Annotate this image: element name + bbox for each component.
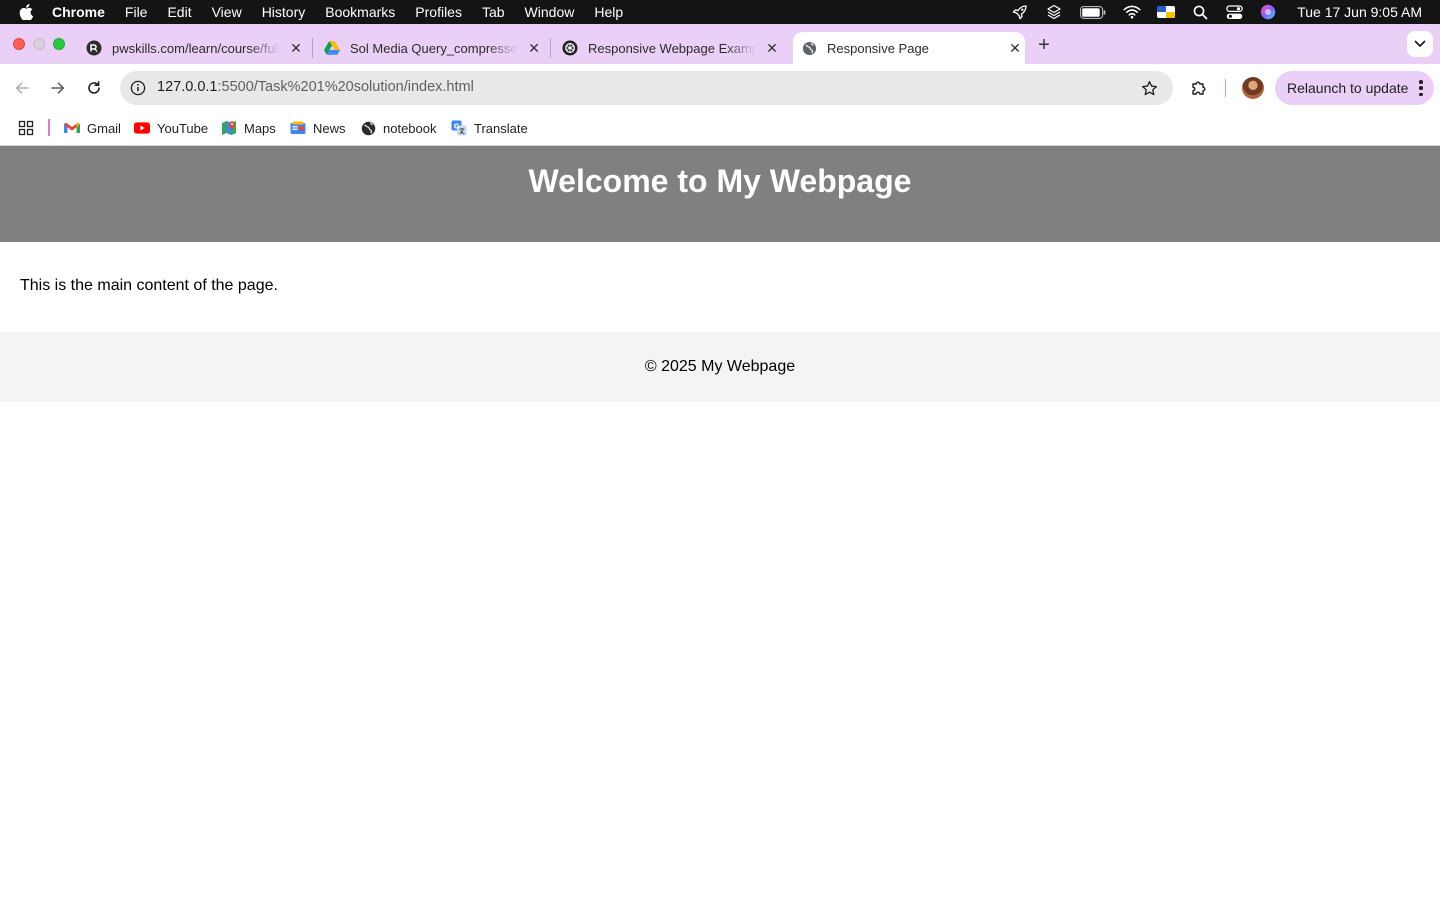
wifi-icon[interactable]	[1115, 0, 1149, 24]
bookmark-label: notebook	[383, 120, 437, 136]
rocket-icon[interactable]	[1003, 0, 1037, 24]
status-area: Tue 17 Jun 9:05 AM	[1003, 0, 1440, 24]
svg-text:G: G	[454, 122, 460, 130]
main-content-text: This is the main content of the page.	[20, 277, 278, 294]
menu-window[interactable]: Window	[515, 0, 585, 24]
reload-icon	[88, 81, 100, 94]
tab-pwskills[interactable]: pwskills.com/learn/course/full ✕	[80, 32, 310, 64]
profile-avatar[interactable]	[1242, 77, 1264, 99]
pwskills-icon	[86, 40, 102, 56]
translate-icon: G	[451, 120, 467, 136]
control-center-icon[interactable]	[1217, 0, 1251, 24]
tab-title: Sol Media Query_compressed	[350, 40, 518, 56]
tab-responsive-page[interactable]: Responsive Page ✕	[793, 32, 1025, 64]
bookmark-gmail[interactable]: Gmail	[64, 117, 121, 139]
chevron-down-icon	[1414, 40, 1426, 47]
battery-icon[interactable]	[1071, 0, 1115, 24]
relaunch-label: Relaunch to update	[1287, 80, 1409, 96]
menu-history[interactable]: History	[252, 0, 316, 24]
arrow-left-icon	[15, 82, 29, 94]
menu-profiles[interactable]: Profiles	[405, 0, 472, 24]
tab-title: Responsive Webpage Example	[588, 40, 756, 56]
spotlight-search-icon[interactable]	[1183, 0, 1217, 24]
bookmark-label: Maps	[244, 120, 276, 136]
new-tab-button[interactable]: +	[1033, 34, 1055, 56]
maps-icon	[221, 120, 237, 136]
tab-close-icon[interactable]: ✕	[524, 38, 544, 58]
window-close-button[interactable]	[13, 38, 25, 50]
window-maximize-button[interactable]	[53, 38, 65, 50]
google-drive-icon	[324, 40, 340, 56]
siri-icon[interactable]	[1251, 0, 1285, 24]
chatgpt-icon	[562, 40, 578, 56]
bookmark-label: News	[313, 120, 346, 136]
bookmark-label: YouTube	[157, 120, 209, 136]
toolbar-divider	[1225, 79, 1226, 97]
tab-title: Responsive Page	[827, 40, 929, 56]
url-text[interactable]: 127.0.0.1:5500/Task%201%20solution/index…	[157, 79, 474, 95]
bookmark-star-icon[interactable]	[1137, 76, 1161, 100]
url-path: :5500/Task%201%20solution/index.html	[217, 79, 474, 95]
bookmarks-divider	[48, 119, 50, 136]
bookmark-label: Translate	[474, 120, 528, 136]
apps-grid-icon[interactable]	[18, 120, 34, 136]
more-menu-icon[interactable]	[1419, 80, 1423, 96]
menubar-clock[interactable]: Tue 17 Jun 9:05 AM	[1285, 4, 1440, 20]
news-icon	[290, 120, 306, 136]
menu-file[interactable]: File	[115, 0, 158, 24]
bookmark-translate[interactable]: G Translate	[451, 117, 528, 139]
bookmark-news[interactable]: News	[290, 117, 346, 139]
footer-text: © 2025 My Webpage	[644, 358, 796, 375]
site-header: Welcome to My Webpage	[0, 146, 1440, 242]
bookmarks-bar	[0, 112, 1440, 146]
menu-edit[interactable]: Edit	[157, 0, 201, 24]
apple-icon[interactable]	[0, 4, 52, 20]
tab-close-icon[interactable]: ✕	[286, 38, 306, 58]
page-title: Welcome to My Webpage	[528, 163, 912, 199]
tab-close-icon[interactable]: ✕	[762, 38, 782, 58]
tab-divider	[550, 38, 551, 58]
layers-icon[interactable]	[1037, 0, 1071, 24]
tab-search-button[interactable]	[1407, 31, 1433, 57]
tab-divider	[312, 38, 313, 58]
menu-app-name[interactable]: Chrome	[52, 0, 115, 24]
youtube-icon	[134, 120, 150, 136]
site-info-icon[interactable]	[126, 76, 150, 100]
bookmark-notebook[interactable]: notebook	[360, 117, 437, 139]
tab-close-icon[interactable]: ✕	[1005, 38, 1025, 58]
relaunch-to-update-button[interactable]: Relaunch to update	[1275, 71, 1434, 105]
bookmark-maps[interactable]: Maps	[221, 117, 276, 139]
tab-title: pwskills.com/learn/course/full	[112, 40, 280, 56]
webpage-viewport: Welcome to My Webpage This is the main c…	[0, 146, 1440, 900]
macos-menubar: Chrome File Edit View History Bookmarks …	[0, 0, 1440, 24]
gmail-icon	[64, 120, 80, 136]
tab-google-drive[interactable]: Sol Media Query_compressed ✕	[318, 32, 548, 64]
tab-chatgpt[interactable]: Responsive Webpage Example ✕	[556, 32, 786, 64]
globe-icon	[360, 120, 376, 136]
menu-bookmarks[interactable]: Bookmarks	[315, 0, 405, 24]
extensions-puzzle-icon[interactable]	[1187, 76, 1211, 100]
bookmark-label: Gmail	[87, 120, 121, 136]
back-button[interactable]	[10, 76, 34, 100]
keyboard-input-icon[interactable]	[1149, 0, 1183, 24]
site-footer: © 2025 My Webpage	[0, 332, 1440, 402]
arrow-right-icon	[51, 82, 65, 94]
bookmark-youtube[interactable]: YouTube	[134, 117, 208, 139]
menu-view[interactable]: View	[202, 0, 252, 24]
window-minimize-button[interactable]	[33, 38, 45, 50]
globe-icon	[801, 40, 817, 56]
menu-tab[interactable]: Tab	[472, 0, 515, 24]
menu-help[interactable]: Help	[584, 0, 633, 24]
reload-button[interactable]	[82, 76, 106, 100]
url-host: 127.0.0.1	[157, 79, 218, 95]
forward-button[interactable]	[46, 76, 70, 100]
